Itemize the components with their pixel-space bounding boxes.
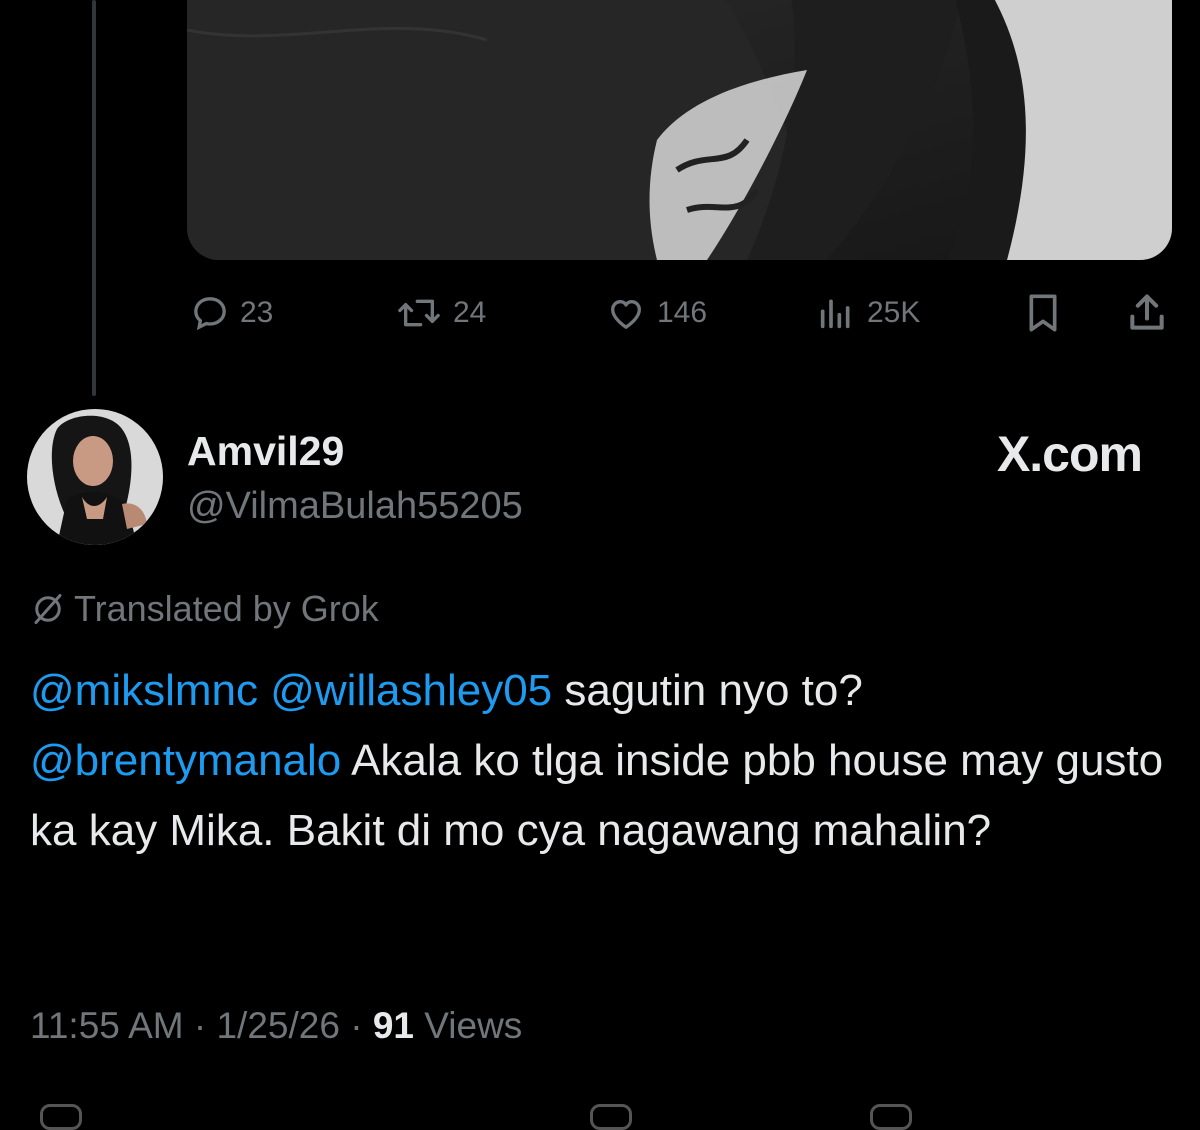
mention-link[interactable]: @mikslmnc [30, 666, 258, 715]
bottom-toolbar-partial [0, 1100, 1200, 1130]
tweet-text: @mikslmnc @willashley05 sagutin nyo to? @… [30, 656, 1170, 866]
mention-link[interactable]: @brentymanalo [30, 736, 341, 785]
like-button[interactable]: 146 [605, 285, 707, 341]
x-com-logo: X.com [996, 426, 1143, 482]
avatar-image [27, 409, 163, 545]
views-icon [820, 299, 850, 329]
reply-icon [194, 297, 226, 331]
grok-icon [34, 594, 62, 624]
bookmark-icon [1029, 294, 1057, 332]
share-icon [1130, 294, 1164, 330]
post-image-content [187, 0, 1172, 260]
repost-button[interactable]: 24 [395, 285, 486, 341]
post-actions: 23 24 146 25K [0, 285, 1200, 341]
views-button[interactable]: 25K [815, 285, 920, 341]
display-name[interactable]: Amvil29 [187, 428, 344, 475]
views-label: Views [424, 1005, 523, 1046]
toolbar-icon-partial [590, 1104, 632, 1130]
separator: · [193, 1005, 207, 1046]
reply-button[interactable]: 23 [190, 285, 273, 341]
avatar[interactable] [27, 409, 163, 545]
mention-link[interactable]: @willashley05 [270, 666, 552, 715]
translation-label[interactable]: Translated by Grok [30, 588, 379, 630]
translated-by-text: Translated by Grok [74, 588, 379, 629]
toolbar-icon-partial [40, 1104, 82, 1130]
repost-icon [398, 299, 440, 327]
share-button[interactable] [1125, 285, 1169, 341]
post-image[interactable] [187, 0, 1172, 260]
post-time[interactable]: 11:55 AM [30, 1005, 184, 1046]
like-count: 146 [657, 296, 708, 329]
separator: · [350, 1005, 363, 1046]
reply-count: 23 [240, 296, 274, 329]
repost-count: 24 [453, 296, 487, 329]
post-meta: 11:55 AM · 1/25/26 · 91 Views [30, 1005, 522, 1047]
views-number: 91 [372, 1005, 414, 1046]
views-count: 25K [867, 296, 921, 329]
post-date[interactable]: 1/25/26 [216, 1005, 339, 1046]
toolbar-icon-partial [870, 1104, 912, 1130]
like-icon [611, 300, 641, 329]
bookmark-button[interactable] [1023, 285, 1063, 341]
tweet-text-part: sagutin nyo to? [552, 666, 863, 715]
user-handle[interactable]: @VilmaBulah55205 [187, 485, 523, 528]
